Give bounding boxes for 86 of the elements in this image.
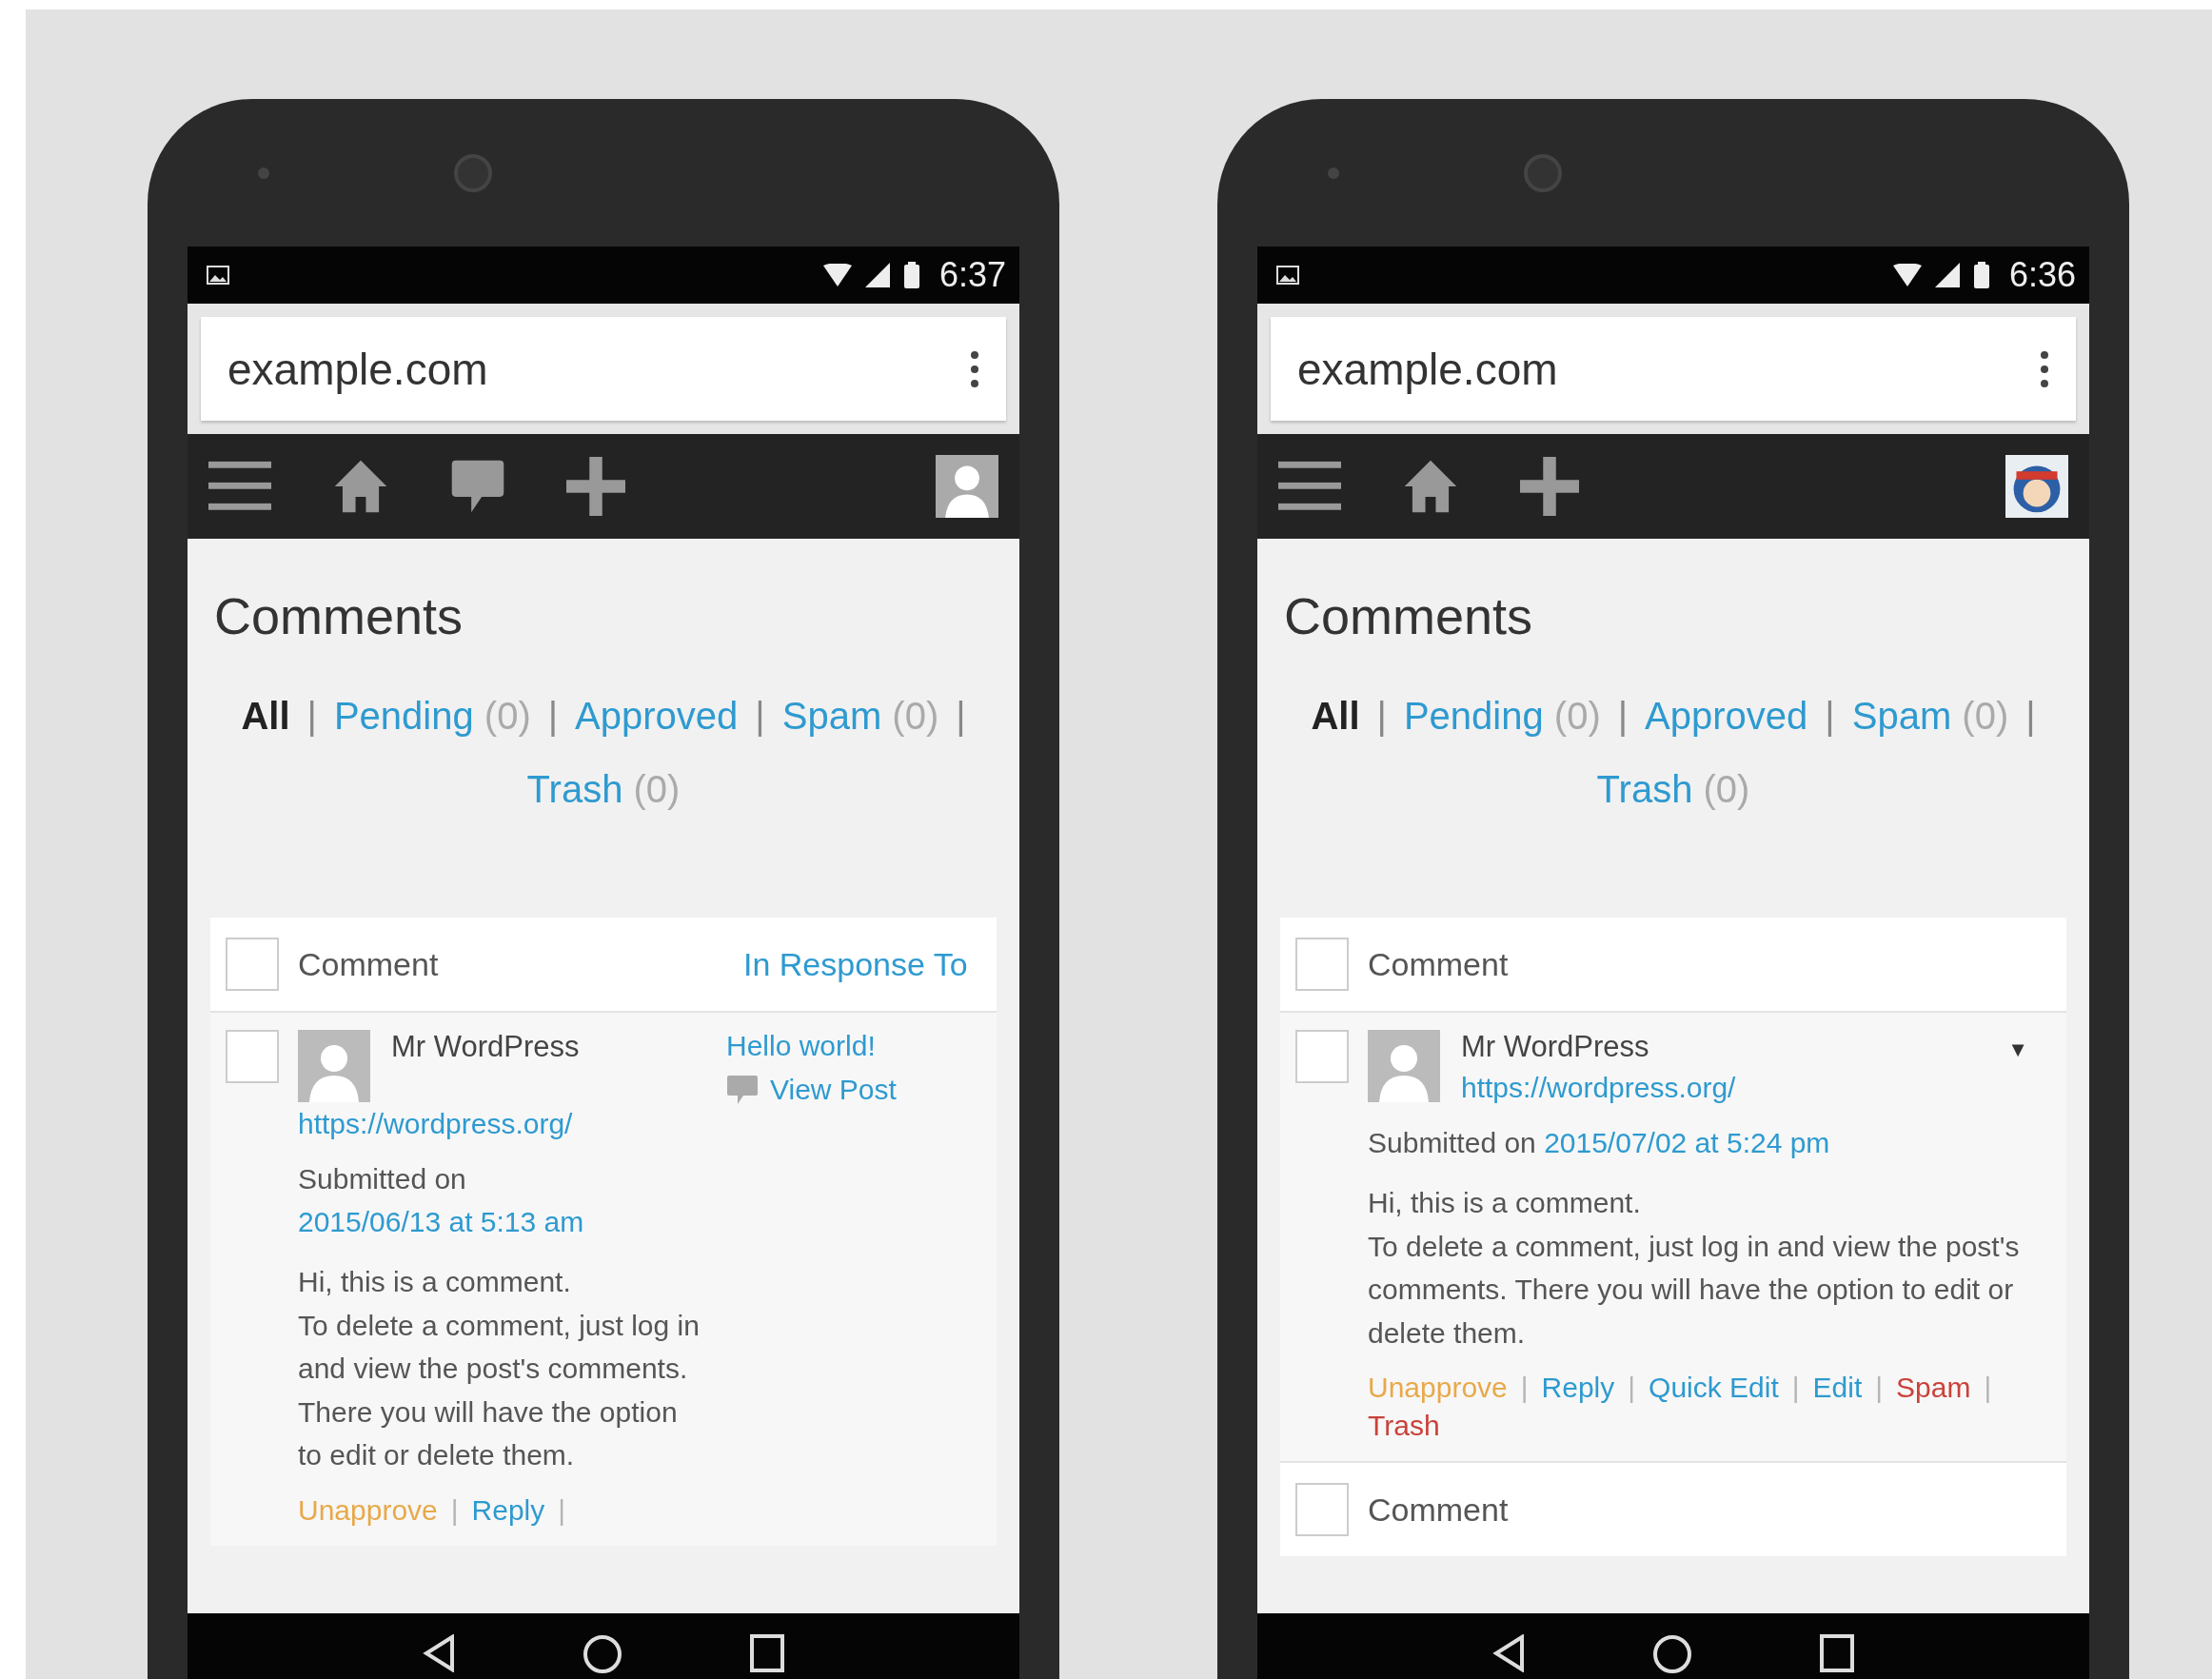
action-link[interactable]: Unapprove: [1368, 1372, 1508, 1405]
cartoon-avatar-icon[interactable]: [2005, 455, 2068, 518]
avatar-icon: [1368, 1030, 1440, 1102]
separator: |: [1617, 695, 1629, 738]
filter-link[interactable]: All: [1311, 695, 1360, 738]
date-link[interactable]: 2015/07/02 at 5:24 pm: [1544, 1127, 1830, 1158]
signal-icon: [1934, 263, 1960, 287]
wifi-icon: [1892, 264, 1922, 286]
avatar-icon: [298, 1030, 370, 1102]
home-icon[interactable]: [332, 458, 389, 515]
status-time: 6:36: [2008, 255, 2076, 295]
page-title: Comments: [1284, 586, 1534, 645]
more-icon[interactable]: [970, 349, 979, 388]
wifi-icon: [822, 264, 852, 286]
action-link[interactable]: Quick Edit: [1649, 1372, 1779, 1405]
column-header-link[interactable]: In Response To: [743, 945, 981, 983]
signal-icon: [864, 263, 890, 287]
select-all-checkbox[interactable]: [226, 938, 279, 991]
separator: |: [306, 695, 317, 738]
author-name: Mr WordPress: [391, 1030, 580, 1065]
separator: |: [1791, 1372, 1800, 1405]
filter-link[interactable]: Spam (0): [781, 695, 939, 738]
filter-link[interactable]: Spam (0): [1851, 695, 2009, 738]
filter-link[interactable]: Trash (0): [526, 768, 681, 811]
image-notification-icon: [207, 266, 229, 285]
action-link[interactable]: Reply: [471, 1493, 545, 1527]
separator: |: [956, 695, 966, 738]
home-circle-icon[interactable]: [583, 1634, 622, 1674]
speech-bubble-icon: [726, 1075, 759, 1105]
column-header: Comment: [1368, 1491, 1509, 1529]
author-name: Mr WordPress: [1461, 1030, 1650, 1064]
row-checkbox[interactable]: [1295, 1030, 1349, 1083]
status-time: 6:37: [938, 255, 1006, 295]
separator: |: [1628, 1372, 1636, 1405]
home-circle-icon[interactable]: [1652, 1634, 1692, 1674]
separator: |: [1984, 1372, 1992, 1405]
action-link[interactable]: Spam: [1896, 1372, 1971, 1405]
action-link[interactable]: Reply: [1541, 1372, 1615, 1405]
comment-text: Hi, this is a comment. To delete a comment, just log in and view the post's comments. There you will have the option to edit or delete them.: [1368, 1186, 2021, 1351]
filter-link[interactable]: Approved: [1645, 695, 1808, 738]
column-header: Comment: [298, 945, 440, 983]
author-url[interactable]: https://wordpress.org/: [298, 1108, 707, 1140]
plus-icon[interactable]: [1520, 457, 1579, 516]
separator: |: [755, 695, 765, 738]
view-post-link[interactable]: View Post: [770, 1074, 897, 1106]
back-icon[interactable]: [423, 1634, 455, 1672]
more-icon[interactable]: [2040, 349, 2049, 388]
separator: |: [1520, 1372, 1529, 1405]
toggle-button[interactable]: ▼: [2007, 1037, 2028, 1104]
recents-icon[interactable]: [750, 1634, 784, 1672]
post-link[interactable]: Hello world!: [726, 1030, 964, 1062]
speech-bubble-icon[interactable]: [450, 458, 505, 515]
select-all-checkbox[interactable]: [1295, 938, 1349, 991]
submitted-label: Submitted on: [298, 1163, 466, 1195]
filter-link[interactable]: Approved: [575, 695, 739, 738]
separator: |: [558, 1493, 566, 1527]
separator: |: [547, 695, 559, 738]
address-bar[interactable]: example.com: [201, 317, 1006, 421]
separator: |: [1376, 695, 1387, 738]
page-title: Comments: [214, 586, 464, 645]
image-notification-icon: [1276, 266, 1299, 285]
separator: |: [450, 1493, 459, 1527]
filter-link[interactable]: Trash (0): [1596, 768, 1750, 811]
back-icon[interactable]: [1492, 1634, 1525, 1672]
battery-icon: [1972, 262, 1990, 288]
address-bar[interactable]: example.com: [1271, 317, 2076, 421]
column-header: Comment: [1368, 945, 1510, 983]
author-url[interactable]: https://wordpress.org/: [1461, 1072, 1987, 1104]
separator: |: [2025, 695, 2036, 738]
filter-link[interactable]: All: [241, 695, 290, 738]
select-all-checkbox[interactable]: [1295, 1483, 1349, 1537]
plus-icon[interactable]: [566, 457, 625, 516]
separator: |: [1825, 695, 1835, 738]
filter-link[interactable]: Pending (0): [1403, 695, 1601, 738]
action-link[interactable]: Edit: [1812, 1372, 1863, 1405]
submitted-label: Submitted on: [1368, 1127, 1536, 1158]
battery-icon: [902, 262, 920, 288]
filter-link[interactable]: Pending (0): [333, 695, 531, 738]
comment-text: Hi, this is a comment. To delete a comment, just log in and view the post's comments. There you will have the option to edit or delete them.: [298, 1265, 701, 1473]
date-link[interactable]: 2015/06/13 at 5:13 am: [298, 1206, 584, 1237]
home-icon[interactable]: [1402, 458, 1459, 515]
row-checkbox[interactable]: [226, 1030, 279, 1083]
recents-icon[interactable]: [1820, 1634, 1854, 1672]
action-link[interactable]: Unapprove: [298, 1493, 438, 1527]
separator: |: [1875, 1372, 1884, 1405]
action-link[interactable]: Trash: [1368, 1410, 1440, 1443]
